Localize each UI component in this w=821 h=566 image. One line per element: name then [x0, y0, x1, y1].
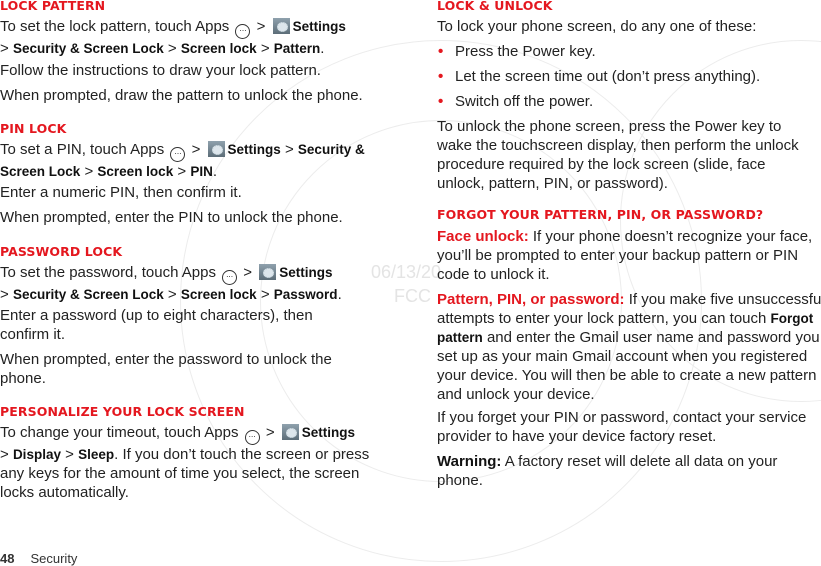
text: Press the Power key.: [455, 43, 596, 60]
path-step: Screen lock: [180, 41, 257, 56]
text: To set the lock pattern, touch Apps: [0, 18, 230, 35]
watermark-agency: FCC: [394, 286, 431, 306]
text: To change your timeout, touch Apps: [0, 424, 239, 441]
settings-label: Settings: [292, 19, 346, 34]
pin-lock-step-2: Enter a numeric PIN, then confirm it.: [0, 184, 242, 201]
unlock-instructions: To unlock the phone screen, press the Po…: [437, 118, 799, 192]
lock-pattern-step-2: Follow the instructions to draw your loc…: [0, 62, 321, 79]
settings-label: Settings: [301, 425, 356, 440]
service-provider-info: If you forget your PIN or password, cont…: [437, 409, 807, 445]
bullet-icon: •: [438, 93, 444, 110]
text: Let the screen time out (don’t press any…: [455, 68, 761, 85]
lock-methods-list: • Press the Power key. • Let the screen ti…: [437, 42, 760, 111]
text: and enter the Gmail user name and passwo…: [437, 329, 820, 403]
heading-password-lock: Password lock: [0, 244, 123, 259]
password-lock-step-3: When prompted, enter the password to unl…: [0, 351, 332, 387]
pin-lock-step-3: When prompted, enter the PIN to unlock t…: [0, 209, 343, 226]
heading-lock-pattern: Lock pattern: [0, 0, 106, 13]
path-step: Password: [273, 287, 338, 302]
heading-pin-lock: PIN lock: [0, 121, 67, 136]
personalize-instructions: To change your timeout, touch Apps ⋯ > S…: [0, 424, 370, 501]
password-lock-step-2: Enter a password (up to eight characters…: [0, 307, 313, 343]
apps-icon: ⋯: [235, 24, 251, 39]
path-step: Security & Screen Lock: [12, 41, 164, 56]
section-name: Security: [30, 551, 78, 566]
lock-intro: To lock your phone screen, do any one of…: [437, 18, 757, 35]
heading-forgot: Forgot your pattern, PIN, or password?: [437, 207, 764, 222]
settings-icon: [207, 141, 225, 157]
text: To set the password, touch Apps: [0, 264, 216, 281]
face-unlock-info: Face unlock: If your phone doesn’t recog…: [437, 227, 821, 284]
settings-label: Settings: [279, 265, 333, 280]
bullet-icon: •: [438, 43, 444, 60]
path-step: Display: [12, 447, 61, 462]
pattern-label: Pattern, PIN, or password:: [437, 291, 625, 308]
pattern-pin-password-info: Pattern, PIN, or password: If you make f…: [437, 290, 821, 404]
list-item: • Press the Power key.: [437, 42, 760, 61]
apps-icon: ⋯: [222, 270, 238, 285]
settings-icon: [281, 424, 299, 440]
path-step: Screen lock: [97, 164, 174, 179]
heading-lock-unlock: Lock & unlock: [437, 0, 553, 13]
password-lock-instructions: To set the password, touch Apps ⋯ > Sett…: [0, 264, 342, 303]
lock-pattern-instructions: To set the lock pattern, touch Apps ⋯ > …: [0, 18, 346, 57]
list-item: • Switch off the power.: [437, 92, 760, 111]
warning-label: Warning:: [437, 453, 502, 470]
page-footer: 48 Security: [0, 551, 77, 566]
pin-lock-instructions: To set a PIN, touch Apps ⋯ > Settings > …: [0, 141, 365, 180]
settings-icon: [259, 264, 277, 280]
path-step: PIN: [190, 164, 213, 179]
apps-icon: ⋯: [244, 430, 260, 445]
path-step: Screen lock: [180, 287, 257, 302]
path-step: Sleep: [78, 447, 115, 462]
page-number: 48: [0, 551, 15, 566]
text: Switch off the power.: [455, 93, 594, 110]
settings-icon: [272, 18, 290, 34]
text: To set a PIN, touch Apps: [0, 141, 165, 158]
list-item: • Let the screen time out (don’t press an…: [437, 67, 760, 86]
face-unlock-label: Face unlock:: [437, 228, 529, 245]
apps-icon: ⋯: [170, 147, 186, 162]
path-step: Security & Screen Lock: [12, 287, 164, 302]
warning-info: Warning: A factory reset will delete all…: [437, 452, 807, 490]
settings-label: Settings: [227, 142, 281, 157]
bullet-icon: •: [438, 68, 444, 85]
path-step: Pattern: [273, 41, 321, 56]
lock-pattern-step-3: When prompted, draw the pattern to unloc…: [0, 87, 363, 104]
heading-personalize: Personalize your lock screen: [0, 404, 245, 419]
